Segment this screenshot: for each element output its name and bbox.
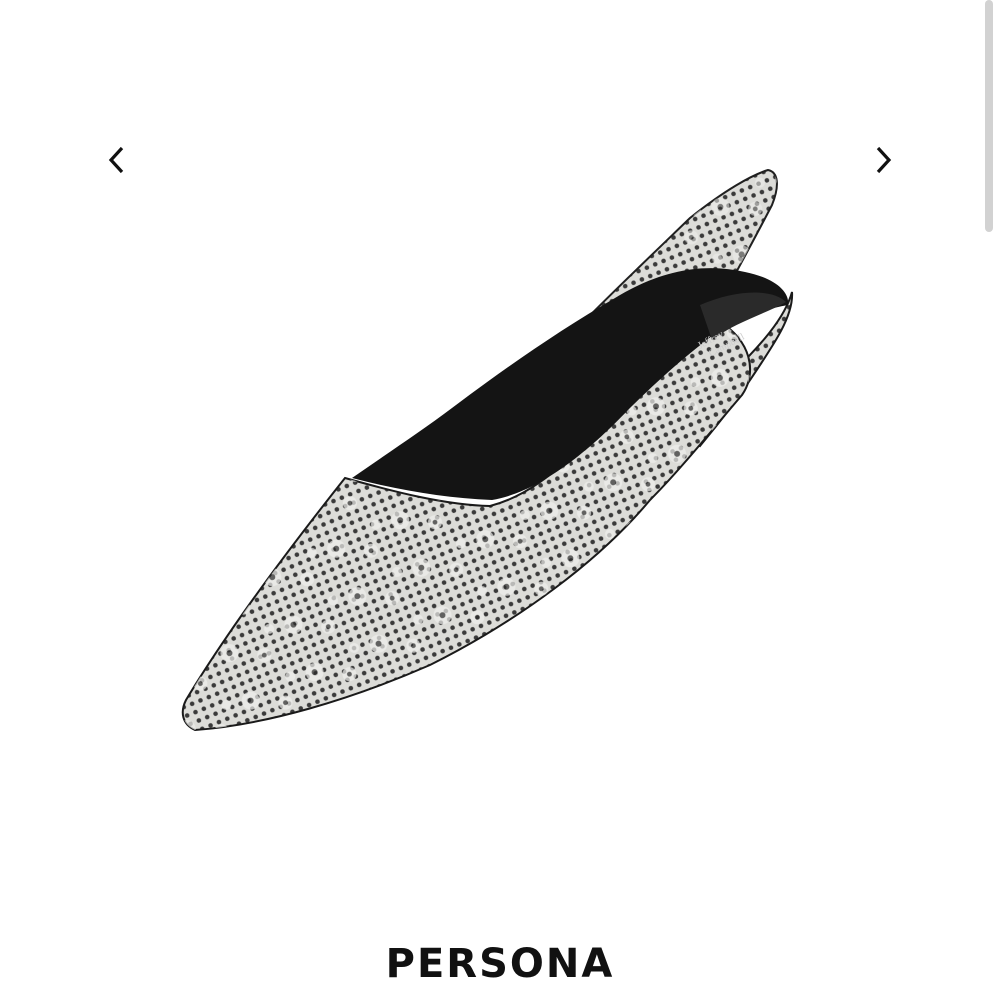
- chevron-right-icon: [876, 146, 892, 174]
- page-scrollbar[interactable]: [985, 0, 993, 232]
- carousel-next-button[interactable]: [861, 138, 905, 182]
- chevron-left-icon: [108, 146, 124, 174]
- product-title: PERSONA: [385, 941, 615, 987]
- product-image[interactable]: Jeffrey Campbell: [150, 140, 850, 780]
- product-image-carousel[interactable]: Jeffrey Campbell: [0, 0, 1000, 900]
- carousel-prev-button[interactable]: [95, 138, 139, 182]
